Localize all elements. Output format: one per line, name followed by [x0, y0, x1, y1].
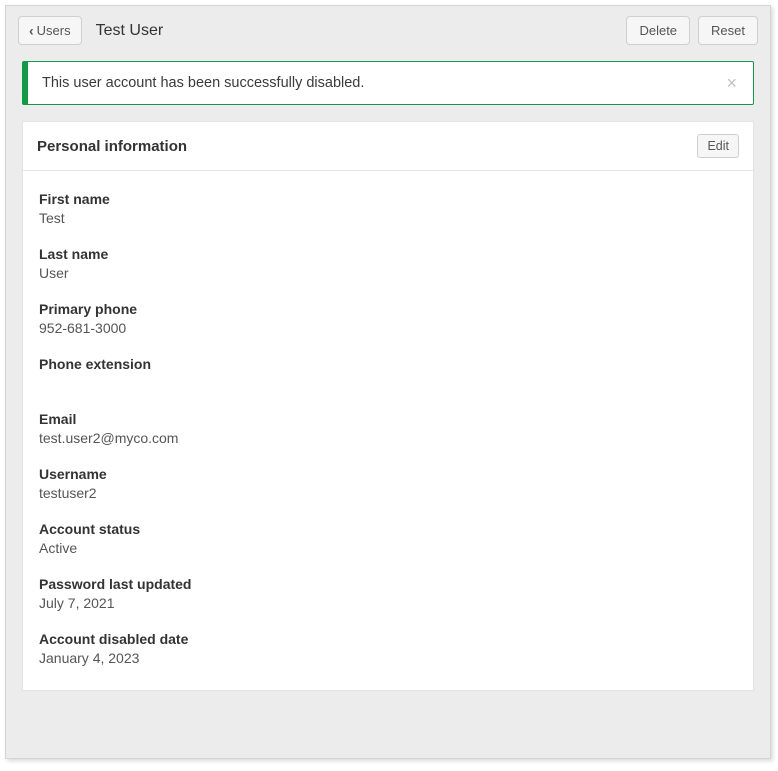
success-alert: This user account has been successfully …	[22, 61, 754, 105]
field-label: Username	[39, 466, 737, 482]
page-title: Test User	[96, 22, 627, 40]
field-account-status: Account status Active	[39, 521, 737, 558]
field-label: First name	[39, 191, 737, 207]
field-label: Password last updated	[39, 576, 737, 592]
field-value: test.user2@myco.com	[39, 430, 737, 448]
card-header: Personal information Edit	[23, 122, 753, 171]
field-label: Phone extension	[39, 356, 737, 372]
field-label: Primary phone	[39, 301, 737, 317]
field-email: Email test.user2@myco.com	[39, 411, 737, 448]
field-value: 952-681-3000	[39, 320, 737, 338]
field-password-last-updated: Password last updated July 7, 2021	[39, 576, 737, 613]
field-value: Test	[39, 210, 737, 228]
chevron-left-icon: ‹	[29, 23, 34, 37]
field-value: July 7, 2021	[39, 595, 737, 613]
top-actions: Delete Reset	[626, 16, 758, 45]
card-title: Personal information	[37, 138, 187, 155]
page-frame: ‹ Users Test User Delete Reset This user…	[5, 5, 771, 759]
field-username: Username testuser2	[39, 466, 737, 503]
top-bar: ‹ Users Test User Delete Reset	[6, 6, 770, 55]
card-body: First name Test Last name User Primary p…	[23, 171, 753, 690]
body-area: This user account has been successfully …	[6, 55, 770, 758]
back-label: Users	[37, 23, 71, 38]
field-account-disabled-date: Account disabled date January 4, 2023	[39, 631, 737, 668]
alert-message: This user account has been successfully …	[42, 75, 364, 91]
field-phone-extension: Phone extension	[39, 356, 737, 393]
field-label: Account disabled date	[39, 631, 737, 647]
field-label: Account status	[39, 521, 737, 537]
field-value: Active	[39, 540, 737, 558]
field-value: testuser2	[39, 485, 737, 503]
field-label: Last name	[39, 246, 737, 262]
back-to-users-button[interactable]: ‹ Users	[18, 16, 82, 45]
field-value	[39, 375, 737, 393]
field-value: January 4, 2023	[39, 650, 737, 668]
reset-button[interactable]: Reset	[698, 16, 758, 45]
field-primary-phone: Primary phone 952-681-3000	[39, 301, 737, 338]
field-first-name: First name Test	[39, 191, 737, 228]
field-label: Email	[39, 411, 737, 427]
personal-info-card: Personal information Edit First name Tes…	[22, 121, 754, 691]
close-icon[interactable]: ×	[724, 74, 739, 92]
edit-button[interactable]: Edit	[697, 134, 739, 158]
delete-button[interactable]: Delete	[626, 16, 690, 45]
field-value: User	[39, 265, 737, 283]
field-last-name: Last name User	[39, 246, 737, 283]
